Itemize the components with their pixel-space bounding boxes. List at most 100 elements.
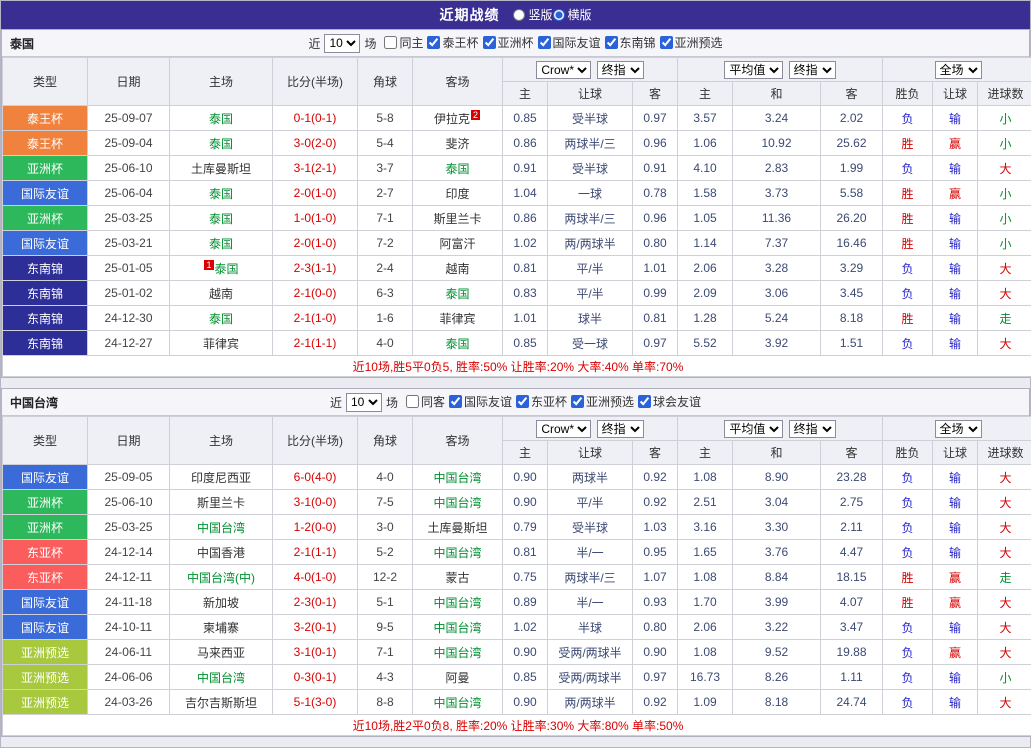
away-team[interactable]: 中国台湾 [413,490,503,515]
home-team[interactable]: 泰国 [170,131,273,156]
home-team[interactable]: 吉尔吉斯斯坦 [170,690,273,715]
filter-checkbox-label[interactable]: 国际友谊 [534,34,601,51]
away-team[interactable]: 中国台湾 [413,590,503,615]
home-team-name: 泰国 [209,187,233,201]
home-team[interactable]: 泰国 [170,181,273,206]
handicap-line: 受半球 [548,156,633,181]
away-team[interactable]: 中国台湾 [413,615,503,640]
home-team[interactable]: 土库曼斯坦 [170,156,273,181]
away-team[interactable]: 蒙古 [413,565,503,590]
away-team[interactable]: 印度 [413,181,503,206]
away-team[interactable]: 菲律宾 [413,306,503,331]
filter-checkbox[interactable] [638,395,651,408]
filter-checkbox-label[interactable]: 同客 [402,393,445,410]
layout-radio-label[interactable]: 竖版 [513,6,552,23]
handicap-line: 受两/两球半 [548,640,633,665]
avg-draw-odds: 9.52 [733,640,821,665]
filter-checkbox[interactable] [483,36,496,49]
away-team[interactable]: 中国台湾 [413,640,503,665]
match-count-select[interactable]: 10 [346,393,382,412]
avg-stage-select[interactable]: 终指 [789,61,836,79]
home-team[interactable]: 中国香港 [170,540,273,565]
match-count-select[interactable]: 10 [324,34,360,53]
home-team[interactable]: 泰国 [170,106,273,131]
home-team[interactable]: 柬埔寨 [170,615,273,640]
away-team[interactable]: 越南 [413,256,503,281]
home-team[interactable]: 中国台湾 [170,665,273,690]
filter-checkbox[interactable] [660,36,673,49]
home-team[interactable]: 越南 [170,281,273,306]
filter-checkbox-label[interactable]: 东亚杯 [512,393,567,410]
filter-checkbox[interactable] [516,395,529,408]
filter-checkbox-label[interactable]: 亚洲杯 [479,34,534,51]
home-team[interactable]: 中国台湾(中) [170,565,273,590]
odds-source-select[interactable]: Crow* [536,420,591,438]
away-team[interactable]: 中国台湾 [413,540,503,565]
filter-checkbox-label[interactable]: 亚洲预选 [656,34,723,51]
col-home: 主场 [170,417,273,465]
layout-radio[interactable] [513,9,525,21]
layout-radio-label[interactable]: 横版 [553,6,592,23]
away-team[interactable]: 泰国 [413,156,503,181]
handicap-home-odds: 0.91 [503,156,548,181]
filter-checkbox[interactable] [449,395,462,408]
home-team[interactable]: 菲律宾 [170,331,273,356]
odds-stage-select[interactable]: 终指 [597,61,644,79]
competition-badge: 国际友谊 [3,231,88,256]
result-goals: 大 [978,331,1031,356]
avg-away-odds: 3.29 [821,256,883,281]
home-team[interactable]: 新加坡 [170,590,273,615]
col-handicap-home: 主 [503,441,548,465]
home-team[interactable]: 斯里兰卡 [170,490,273,515]
filter-checkbox[interactable] [384,36,397,49]
filter-checkbox[interactable] [605,36,618,49]
away-team-name: 泰国 [445,162,469,176]
filter-checkbox[interactable] [538,36,551,49]
avg-home-odds: 1.08 [678,465,733,490]
filter-checkbox-label[interactable]: 东南锦 [601,34,656,51]
home-team[interactable]: 1泰国 [170,256,273,281]
away-team[interactable]: 土库曼斯坦 [413,515,503,540]
odds-stage-select[interactable]: 终指 [597,420,644,438]
match-date: 24-06-06 [88,665,170,690]
home-team[interactable]: 马来西亚 [170,640,273,665]
home-team[interactable]: 泰国 [170,206,273,231]
layout-radio[interactable] [553,9,565,21]
away-team[interactable]: 斯里兰卡 [413,206,503,231]
home-team[interactable]: 泰国 [170,231,273,256]
away-team[interactable]: 伊拉克2 [413,106,503,131]
filter-checkbox-label[interactable]: 球会友谊 [634,393,701,410]
avg-home-odds: 1.28 [678,306,733,331]
home-team[interactable]: 中国台湾 [170,515,273,540]
away-team[interactable]: 阿富汗 [413,231,503,256]
avg-stage-select[interactable]: 终指 [789,420,836,438]
result-goals: 大 [978,256,1031,281]
away-team[interactable]: 泰国 [413,281,503,306]
away-team[interactable]: 中国台湾 [413,465,503,490]
match-date: 25-03-25 [88,515,170,540]
scope-select[interactable]: 全场 [935,61,982,79]
away-team[interactable]: 泰国 [413,331,503,356]
result-handicap: 赢 [933,131,978,156]
away-team[interactable]: 斐济 [413,131,503,156]
result-winloss: 负 [883,281,933,306]
avg-draw-odds: 8.26 [733,665,821,690]
filter-checkbox[interactable] [406,395,419,408]
avg-select[interactable]: 平均值 [724,61,783,79]
filter-checkbox-label[interactable]: 亚洲预选 [567,393,634,410]
filter-checkbox-label[interactable]: 同主 [380,34,423,51]
scope-select[interactable]: 全场 [935,420,982,438]
filter-checkbox-label[interactable]: 国际友谊 [445,393,512,410]
odds-source-select[interactable]: Crow* [536,61,591,79]
match-score: 2-1(0-0) [273,281,358,306]
home-team[interactable]: 印度尼西亚 [170,465,273,490]
home-team[interactable]: 泰国 [170,306,273,331]
away-team[interactable]: 中国台湾 [413,690,503,715]
filter-checkbox[interactable] [427,36,440,49]
filter-checkbox[interactable] [571,395,584,408]
match-date: 25-09-05 [88,465,170,490]
away-team[interactable]: 阿曼 [413,665,503,690]
avg-select[interactable]: 平均值 [724,420,783,438]
filter-label: 亚洲杯 [498,34,534,51]
filter-checkbox-label[interactable]: 泰王杯 [423,34,478,51]
